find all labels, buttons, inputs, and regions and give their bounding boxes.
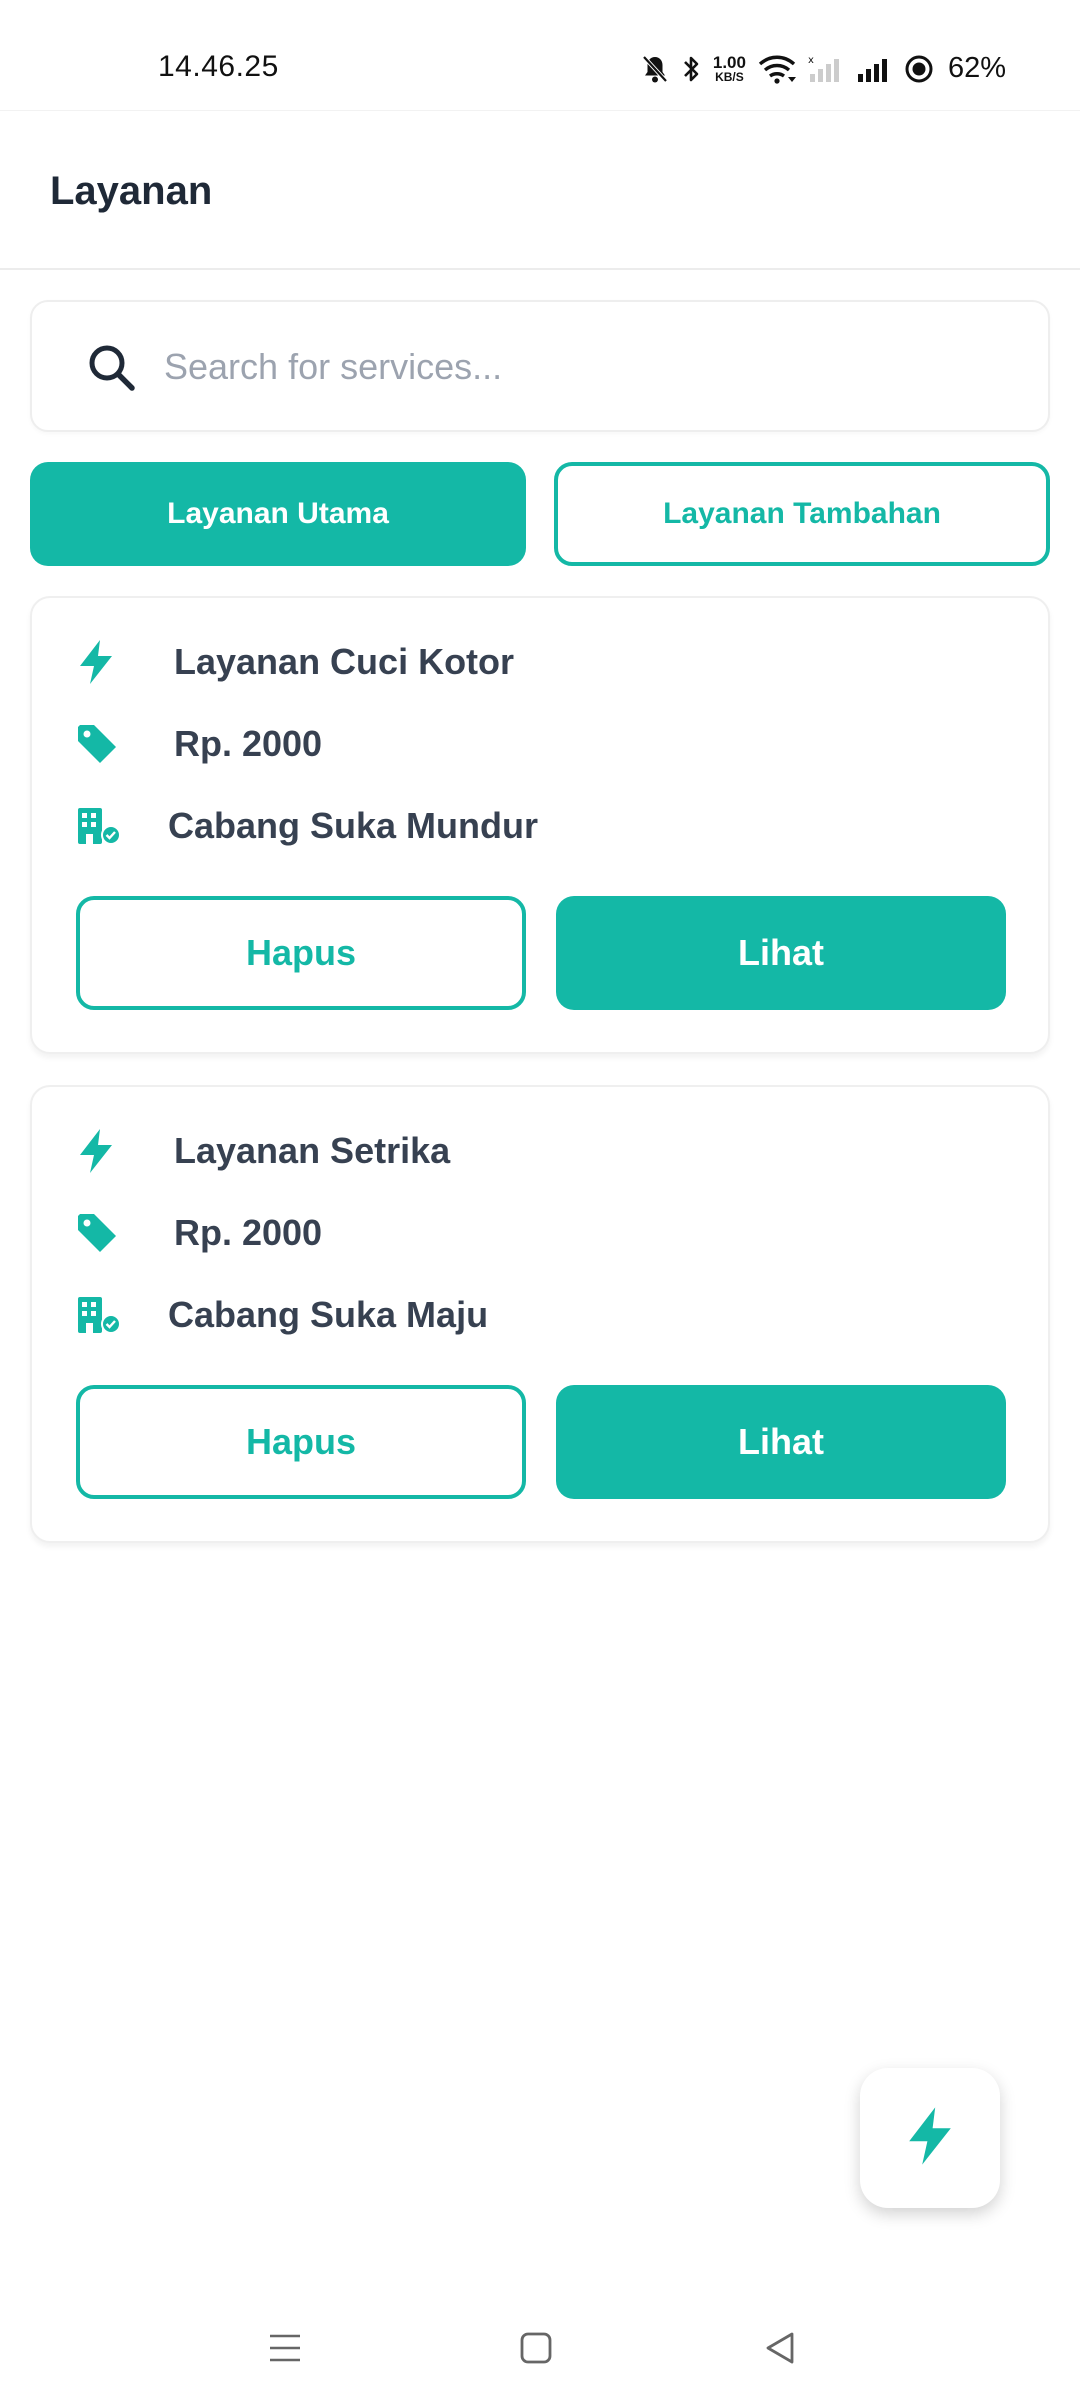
service-name: Layanan Setrika bbox=[174, 1130, 451, 1171]
tag-icon bbox=[76, 1209, 132, 1257]
service-price: Rp. 2000 bbox=[174, 1212, 323, 1253]
bell-muted-icon bbox=[641, 54, 669, 84]
building-check-icon bbox=[76, 802, 132, 850]
app-bar: Layanan bbox=[0, 110, 1080, 270]
search-box[interactable] bbox=[30, 300, 1050, 432]
service-price: Rp. 2000 bbox=[174, 723, 323, 764]
view-button[interactable]: Lihat bbox=[556, 896, 1006, 1010]
page-title: Layanan bbox=[50, 169, 213, 213]
search-input[interactable] bbox=[164, 332, 1004, 402]
lightning-icon bbox=[904, 2104, 956, 2173]
svg-text:x: x bbox=[808, 55, 814, 66]
service-name-row: Layanan Cuci Kotor bbox=[76, 638, 514, 686]
service-branch: Cabang Suka Maju bbox=[168, 1294, 489, 1335]
tag-icon bbox=[76, 720, 132, 768]
status-time: 14.46.25 bbox=[158, 50, 279, 83]
service-price-row: Rp. 2000 bbox=[76, 720, 322, 768]
status-bar: 14.46.25 1.00 KB/S x 62% bbox=[0, 0, 1080, 110]
lightning-icon bbox=[76, 1127, 132, 1175]
tab-layanan-tambahan[interactable]: Layanan Tambahan bbox=[554, 462, 1050, 566]
delete-button[interactable]: Hapus bbox=[76, 896, 526, 1010]
status-icons: 1.00 KB/S x 62% bbox=[641, 52, 1006, 85]
system-nav-bar bbox=[0, 2300, 1080, 2400]
menu-icon[interactable] bbox=[266, 2328, 304, 2373]
service-branch-row: Cabang Suka Maju bbox=[76, 1291, 488, 1339]
add-service-fab[interactable] bbox=[860, 2068, 1000, 2208]
battery-percentage: 62% bbox=[947, 52, 1006, 84]
signal-icon bbox=[856, 54, 892, 84]
search-icon bbox=[86, 342, 138, 399]
service-branch: Cabang Suka Mundur bbox=[168, 805, 539, 846]
wifi-icon bbox=[758, 54, 796, 84]
delete-button[interactable]: Hapus bbox=[76, 1385, 526, 1499]
signal-weak-icon: x bbox=[808, 54, 844, 84]
service-card: Layanan Setrika Rp. 2000 Cabang Suka Maj… bbox=[30, 1085, 1050, 1543]
bluetooth-icon bbox=[681, 54, 701, 84]
service-name-row: Layanan Setrika bbox=[76, 1127, 450, 1175]
back-icon[interactable] bbox=[762, 2328, 798, 2373]
network-speed: 1.00 KB/S bbox=[712, 53, 746, 84]
building-check-icon bbox=[76, 1291, 132, 1339]
service-card: Layanan Cuci Kotor Rp. 2000 Cabang Suka … bbox=[30, 596, 1050, 1054]
home-icon[interactable] bbox=[518, 2328, 554, 2373]
view-button[interactable]: Lihat bbox=[556, 1385, 1006, 1499]
battery-icon bbox=[904, 54, 934, 84]
service-name: Layanan Cuci Kotor bbox=[174, 641, 515, 682]
lightning-icon bbox=[76, 638, 132, 686]
service-branch-row: Cabang Suka Mundur bbox=[76, 802, 538, 850]
service-price-row: Rp. 2000 bbox=[76, 1209, 322, 1257]
tab-layanan-utama[interactable]: Layanan Utama bbox=[30, 462, 526, 566]
